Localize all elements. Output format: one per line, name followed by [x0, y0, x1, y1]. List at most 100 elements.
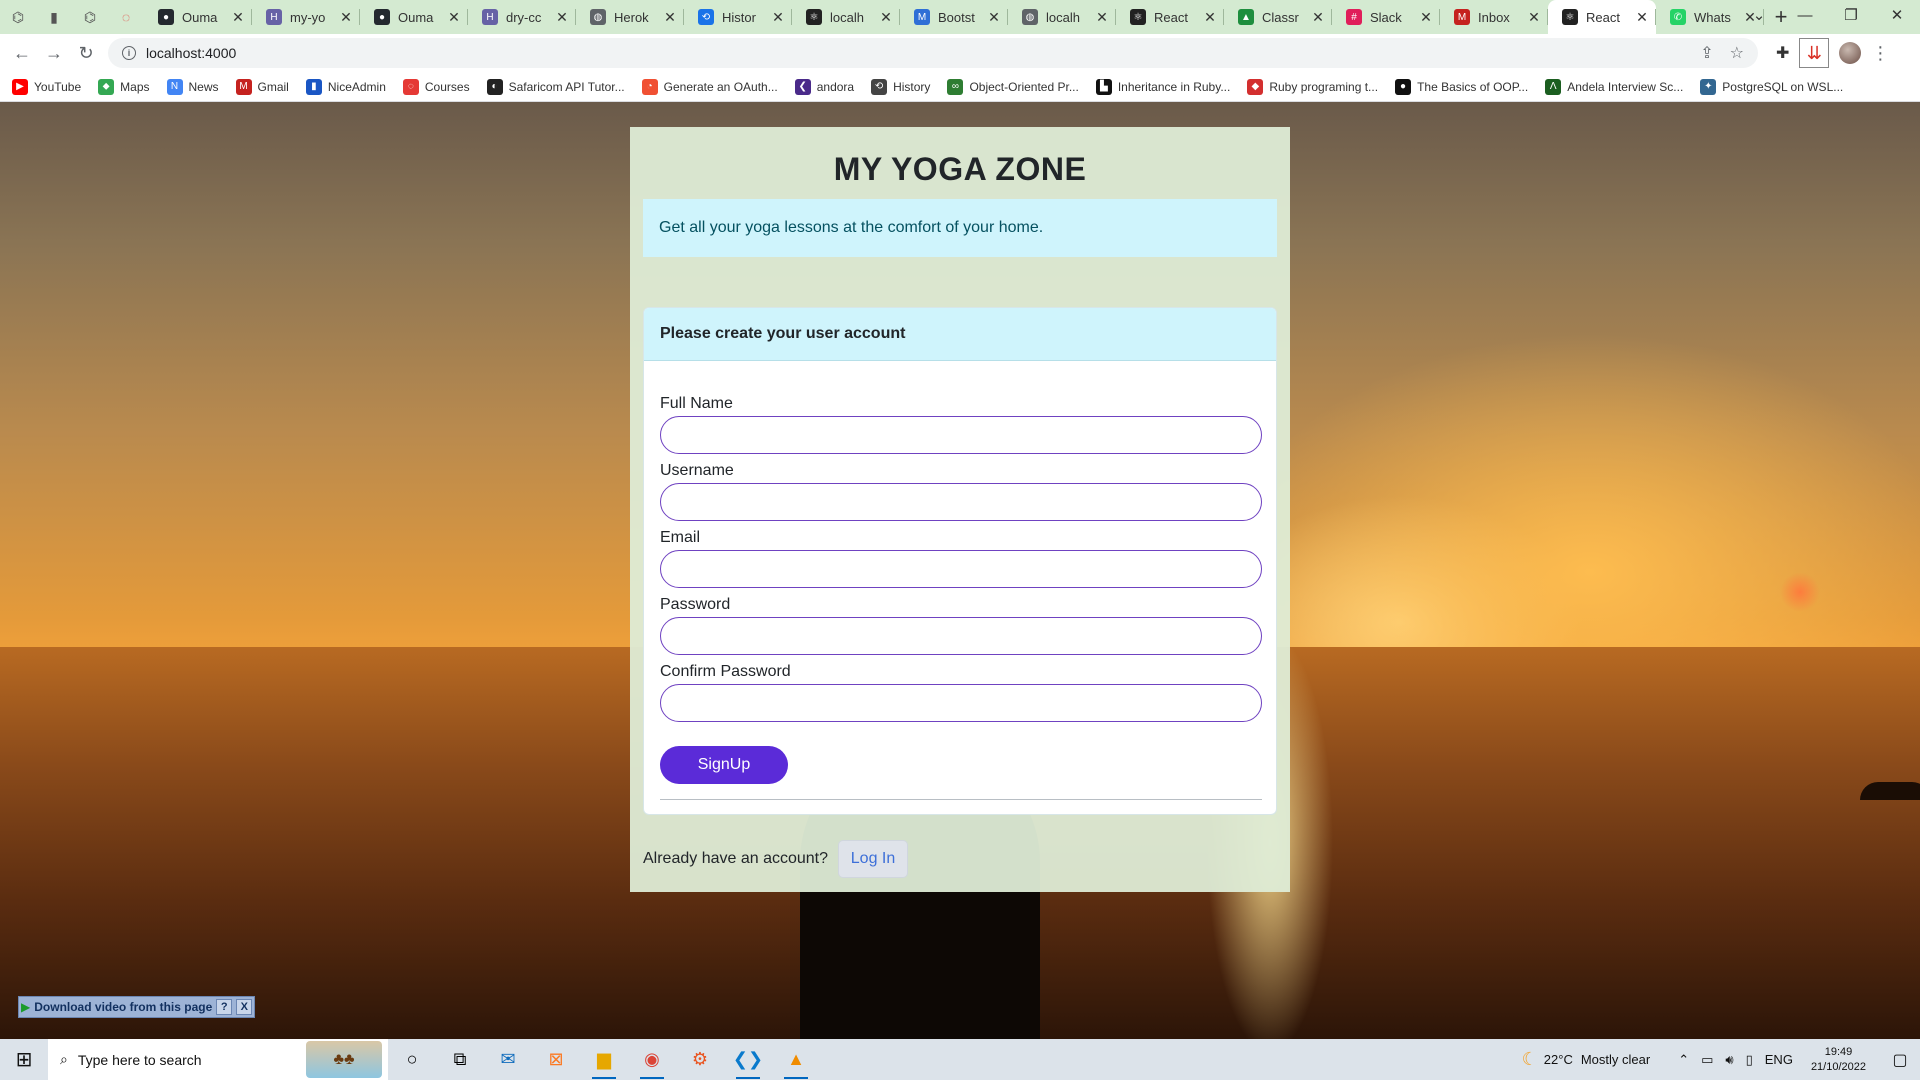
signup-button[interactable]: SignUp	[660, 746, 788, 784]
bookmark-item[interactable]: ▶ YouTube	[12, 78, 81, 95]
browser-tab[interactable]: Hmy-yo ✕	[252, 0, 360, 34]
tab-search-icon[interactable]: ⌄	[1736, 0, 1782, 30]
ubuntu-app-icon[interactable]: ⚙	[676, 1039, 724, 1080]
taskbar-clock[interactable]: 19:49 21/10/2022	[1811, 1045, 1866, 1075]
close-download-bar-button[interactable]: X	[236, 999, 253, 1015]
full-name-input[interactable]	[660, 416, 1262, 454]
login-button[interactable]: Log In	[838, 840, 909, 878]
windows-start-button[interactable]: ⊞	[0, 1039, 48, 1080]
volume-icon[interactable]: 🔊︎	[1725, 1052, 1733, 1068]
bookmark-item[interactable]: ◆ Ruby programing t...	[1247, 78, 1378, 95]
close-tab-icon[interactable]: ✕	[1418, 9, 1434, 26]
username-field-group: Username	[660, 462, 1262, 521]
bookmark-item[interactable]: Λ Andela Interview Sc...	[1545, 78, 1683, 95]
browser-tab[interactable]: # Slack ✕	[1332, 0, 1440, 34]
share-icon[interactable]: ⇪	[1700, 43, 1713, 63]
browser-tab[interactable]: ● Ouma ✕	[360, 0, 468, 34]
browser-tab[interactable]: Hdry-cc ✕	[468, 0, 576, 34]
email-input[interactable]	[660, 550, 1262, 588]
close-tab-icon[interactable]: ✕	[446, 9, 462, 26]
show-hidden-icons-icon[interactable]: ⌃	[1678, 1052, 1689, 1068]
file-explorer-icon[interactable]: ▆	[580, 1039, 628, 1080]
close-tab-icon[interactable]: ✕	[230, 9, 246, 26]
close-tab-icon[interactable]: ✕	[338, 9, 354, 26]
bookmark-item[interactable]: ❮ andora	[794, 78, 854, 95]
close-tab-icon[interactable]: ✕	[1094, 9, 1110, 26]
cortana-icon[interactable]: ○	[388, 1039, 436, 1080]
network-icon[interactable]: ▭	[1701, 1052, 1713, 1068]
pinned-tab[interactable]: ▮	[36, 0, 72, 34]
close-tab-icon[interactable]: ✕	[770, 9, 786, 26]
language-indicator[interactable]: ENG	[1765, 1052, 1793, 1067]
bookmark-item[interactable]: M Gmail	[235, 78, 289, 95]
notification-center-icon[interactable]: ▢	[1880, 1050, 1920, 1070]
weather-widget[interactable]: ☾ 22°C Mostly clear	[1522, 1049, 1651, 1070]
browser-tab[interactable]: ● Ouma ✕	[144, 0, 252, 34]
taskbar-search-box[interactable]: ⌕ Type here to search ♣♣	[48, 1039, 388, 1080]
browser-menu-icon[interactable]: ⋮	[1871, 43, 1889, 64]
bookmark-item[interactable]: ● The Basics of OOP...	[1395, 78, 1528, 95]
confirm-password-input[interactable]	[660, 684, 1262, 722]
bookmark-item[interactable]: ✦ PostgreSQL on WSL...	[1700, 78, 1843, 95]
back-button[interactable]: ←	[6, 37, 38, 69]
browser-tab[interactable]: M Inbox ✕	[1440, 0, 1548, 34]
bookmark-item[interactable]: ⬥ Maps	[98, 78, 150, 95]
bookmark-item[interactable]: ⟲ History	[871, 78, 931, 95]
task-view-icon[interactable]: ⧉	[436, 1039, 484, 1080]
download-video-link[interactable]: Download video from this page	[34, 1000, 212, 1014]
close-tab-icon[interactable]: ✕	[1310, 9, 1326, 26]
close-window-button[interactable]: ✕	[1874, 0, 1920, 30]
news-icon: N	[166, 78, 183, 95]
browser-tab[interactable]: ⚛ localh ✕	[792, 0, 900, 34]
bookmark-item[interactable]: ◔ Generate an OAuth...	[641, 78, 778, 95]
browser-tab[interactable]: ◍ localh ✕	[1008, 0, 1116, 34]
bookmark-star-icon[interactable]: ☆	[1730, 43, 1744, 63]
browser-tab[interactable]: ⚛ React ✕	[1116, 0, 1224, 34]
close-tab-icon[interactable]: ✕	[986, 9, 1002, 26]
browser-tab[interactable]: M Bootst ✕	[900, 0, 1008, 34]
close-tab-icon[interactable]: ✕	[878, 9, 894, 26]
bookmark-item[interactable]: ◌ Courses	[402, 78, 470, 95]
username-input[interactable]	[660, 483, 1262, 521]
browser-tab[interactable]: ▲ Classr ✕	[1224, 0, 1332, 34]
close-tab-icon[interactable]: ✕	[662, 9, 678, 26]
close-tab-icon[interactable]: ✕	[1202, 9, 1218, 26]
battery-icon[interactable]: ▯	[1746, 1052, 1753, 1068]
pinned-tab[interactable]: ⌬	[72, 0, 108, 34]
extensions-puzzle-icon[interactable]: ✚	[1776, 43, 1789, 63]
address-bar[interactable]: i localhost:4000 ⇪ ☆	[108, 38, 1758, 68]
reload-button[interactable]: ↻	[70, 37, 102, 69]
profile-avatar[interactable]	[1839, 42, 1862, 64]
search-highlight-image: ♣♣	[306, 1041, 382, 1078]
close-tab-icon[interactable]: ✕	[554, 9, 570, 26]
mail-app-icon[interactable]: ✉	[484, 1039, 532, 1080]
vscode-app-icon[interactable]: ❮❯	[724, 1039, 772, 1080]
chrome-app-icon[interactable]: ◉	[628, 1039, 676, 1080]
video-downloader-extension-icon[interactable]: ⇊	[1799, 38, 1830, 68]
close-tab-icon[interactable]: ✕	[1634, 9, 1650, 26]
password-input[interactable]	[660, 617, 1262, 655]
pinned-tab[interactable]: ⌬	[0, 0, 36, 34]
active-tab[interactable]: ⚛ React ✕	[1548, 0, 1656, 34]
pinned-tab[interactable]: ◌	[108, 0, 144, 34]
bookmark-label: Courses	[424, 79, 470, 94]
help-button[interactable]: ?	[216, 999, 233, 1015]
close-tab-icon[interactable]: ✕	[1526, 9, 1542, 26]
site-info-icon[interactable]: i	[122, 46, 136, 60]
bookmark-item[interactable]: ◐ Safaricom API Tutor...	[486, 78, 625, 95]
bookmark-item[interactable]: ▙ Inheritance in Ruby...	[1095, 78, 1230, 95]
minimize-button[interactable]: —	[1782, 0, 1828, 30]
bookmark-item[interactable]: N News	[166, 78, 219, 95]
nice-admin-icon: ▮	[50, 8, 58, 25]
restore-button[interactable]: ❐	[1828, 0, 1874, 30]
classroom-icon: ▲	[1238, 9, 1254, 25]
vlc-app-icon[interactable]: ▲	[772, 1039, 820, 1080]
browser-tab[interactable]: ◍ Herok ✕	[576, 0, 684, 34]
bookmark-item[interactable]: ▮ NiceAdmin	[305, 78, 386, 95]
xampp-app-icon[interactable]: ⊠	[532, 1039, 580, 1080]
bookmark-item[interactable]: ∞ Object-Oriented Pr...	[947, 78, 1079, 95]
browser-tab[interactable]: ⟲ Histor ✕	[684, 0, 792, 34]
ruby-doc-icon: ▙	[1095, 78, 1112, 95]
bookmark-label: History	[893, 79, 931, 94]
forward-button[interactable]: →	[38, 37, 70, 69]
